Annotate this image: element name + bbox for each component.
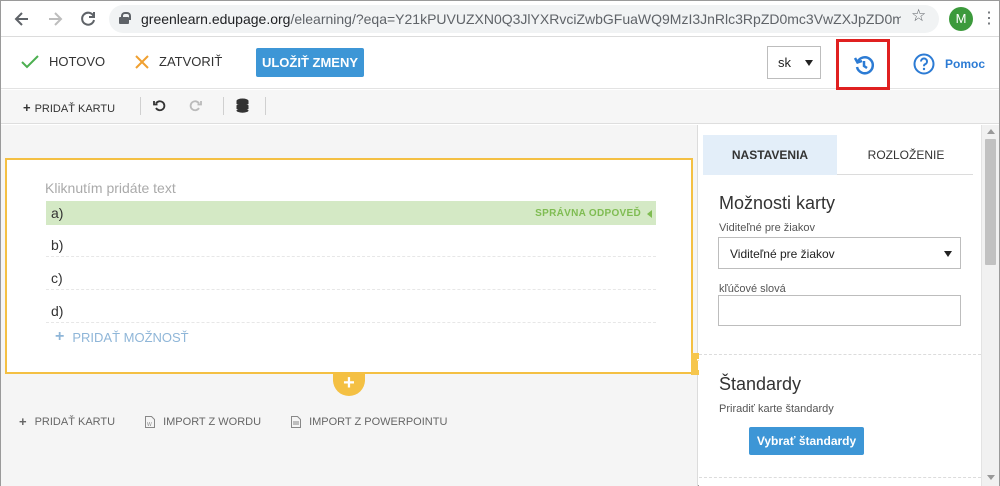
keywords-input[interactable]: [718, 295, 961, 326]
reload-icon[interactable]: [78, 9, 98, 29]
visibility-value: Viditeľné pre žiakov: [730, 247, 835, 261]
panel-tabs: NASTAVENIA ROZLOŽENIE: [703, 135, 973, 175]
forward-arrow-icon[interactable]: [45, 9, 65, 29]
section-divider: [699, 477, 981, 478]
add-card-button[interactable]: + PRIDAŤ KARTU: [19, 414, 115, 429]
answer-option[interactable]: c): [46, 266, 656, 290]
scroll-down-arrow-icon[interactable]: [987, 475, 995, 480]
option-label: a): [51, 205, 64, 221]
standards-title: Štandardy: [719, 374, 802, 394]
card-toolbar: + PRIDAŤ KARTU: [1, 90, 999, 124]
add-option-label: PRIDAŤ MOŽNOSŤ: [72, 329, 189, 345]
history-icon: [853, 56, 875, 75]
add-card-below-button[interactable]: +: [333, 372, 365, 396]
card-canvas: Kliknutím pridáte text a) SPRÁVNA ODPOVE…: [1, 125, 713, 486]
visibility-label: Viditeľné pre žiakov: [719, 222, 815, 234]
scroll-thumb[interactable]: [985, 139, 996, 265]
settings-panel: NASTAVENIA ROZLOŽENIE Možnosti karty Vid…: [699, 125, 981, 486]
answer-option[interactable]: b): [46, 233, 656, 257]
option-label: d): [51, 303, 64, 319]
help-button[interactable]: Pomoc: [913, 53, 985, 75]
profile-avatar[interactable]: M: [949, 7, 973, 31]
bookmark-star-icon[interactable]: ☆: [911, 6, 926, 26]
help-icon: [913, 53, 935, 75]
option-label: b): [51, 237, 64, 253]
database-icon[interactable]: [236, 98, 249, 117]
browser-menu-icon[interactable]: ⋮: [981, 9, 997, 29]
svg-text:W: W: [147, 422, 152, 428]
divider: [265, 97, 266, 115]
divider: [140, 97, 141, 115]
divider: [223, 97, 224, 115]
select-standards-button[interactable]: Vybrať štandardy: [749, 427, 864, 455]
add-card-top-button[interactable]: + PRIDAŤ KARTU: [23, 100, 115, 115]
option-label: c): [51, 270, 63, 286]
import-powerpoint-button[interactable]: IMPORT Z POWERPOINTU: [291, 415, 448, 428]
tab-layout[interactable]: ROZLOŽENIE: [839, 135, 973, 175]
correct-answer-label: SPRÁVNA ODPOVEĎ: [535, 208, 641, 219]
close-label: ZATVORIŤ: [159, 54, 223, 69]
close-button[interactable]: ZATVORIŤ: [135, 54, 222, 69]
plus-icon: +: [23, 100, 31, 115]
import-word-button[interactable]: W IMPORT Z WORDU: [145, 415, 262, 428]
section-divider: [699, 354, 981, 355]
add-card-label: PRIDAŤ KARTU: [34, 415, 116, 428]
history-button-highlight[interactable]: [836, 39, 890, 90]
done-label: HOTOVO: [49, 54, 106, 69]
question-card[interactable]: Kliknutím pridáte text a) SPRÁVNA ODPOVE…: [5, 158, 693, 374]
caret-left-icon: [647, 209, 652, 218]
bottom-actions: + PRIDAŤ KARTU W IMPORT Z WORDU IMPORT Z…: [19, 414, 477, 429]
url-text: greenlearn.edupage.org/elearning/?eqa=Y2…: [141, 11, 901, 27]
check-icon: [21, 54, 39, 68]
add-card-top-label: PRIDAŤ KARTU: [34, 103, 116, 115]
close-x-icon: [135, 54, 149, 69]
editor-toolbar: HOTOVO ZATVORIŤ ULOŽIŤ ZMENY sk Pomoc: [1, 38, 999, 90]
back-arrow-icon[interactable]: [12, 9, 32, 29]
plus-icon: +: [55, 328, 65, 345]
powerpoint-file-icon: [291, 415, 302, 428]
word-file-icon: W: [145, 415, 156, 428]
card-options-title: Možnosti karty: [719, 193, 836, 213]
import-powerpoint-label: IMPORT Z POWERPOINTU: [309, 415, 448, 428]
undo-icon[interactable]: [153, 99, 166, 115]
dropdown-arrow-icon: [805, 60, 813, 66]
panel-scrollbar[interactable]: [981, 125, 999, 486]
tab-settings[interactable]: NASTAVENIA: [703, 135, 837, 175]
browser-toolbar: greenlearn.edupage.org/elearning/?eqa=Y2…: [1, 1, 999, 37]
help-label: Pomoc: [945, 57, 986, 71]
correct-answer-tag[interactable]: SPRÁVNA ODPOVEĎ: [535, 208, 652, 219]
visibility-select[interactable]: Viditeľné pre žiakov: [718, 237, 961, 269]
done-button[interactable]: HOTOVO: [21, 54, 105, 69]
redo-icon[interactable]: [189, 99, 202, 115]
answer-option[interactable]: d): [46, 299, 656, 323]
address-bar[interactable]: greenlearn.edupage.org/elearning/?eqa=Y2…: [109, 5, 939, 33]
standards-label: Priradiť karte štandardy: [719, 403, 834, 415]
language-value: sk: [778, 55, 791, 70]
question-text-placeholder[interactable]: Kliknutím pridáte text: [45, 180, 176, 196]
language-select[interactable]: sk: [767, 46, 821, 79]
save-changes-button[interactable]: ULOŽIŤ ZMENY: [256, 48, 364, 77]
plus-icon: +: [19, 414, 27, 429]
dropdown-arrow-icon: [944, 251, 952, 257]
scroll-up-arrow-icon[interactable]: [987, 129, 995, 134]
add-option-button[interactable]: + PRIDAŤ MOŽNOSŤ: [55, 328, 189, 346]
import-word-label: IMPORT Z WORDU: [163, 415, 262, 428]
answer-option[interactable]: a) SPRÁVNA ODPOVEĎ: [46, 201, 656, 225]
keywords-label: kľúčové slová: [719, 283, 786, 295]
lock-icon: [119, 12, 131, 24]
